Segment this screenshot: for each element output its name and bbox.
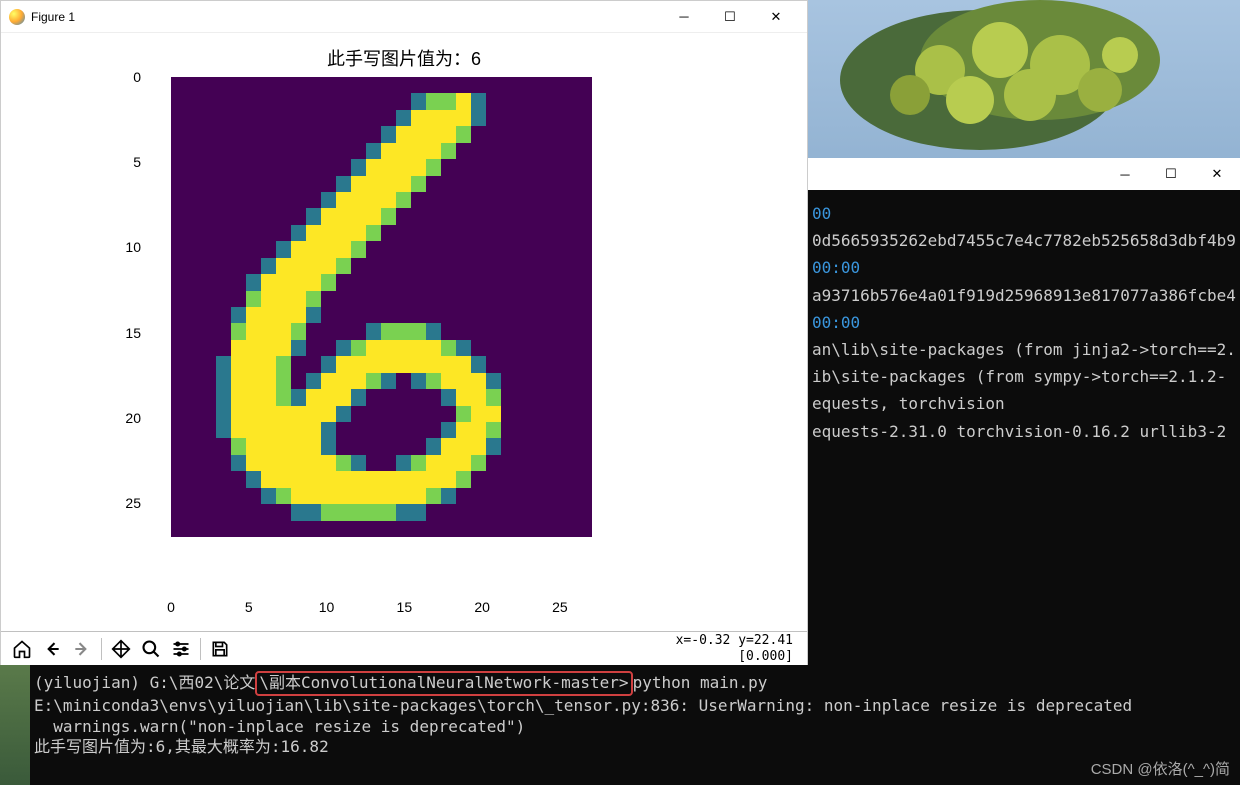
zoom-icon[interactable] <box>136 635 166 663</box>
cursor-coordinates: x=-0.32 y=22.41 [0.000] <box>676 633 801 664</box>
bgwin-close-button[interactable]: ✕ <box>1194 160 1240 188</box>
bgwin-minimize-button[interactable]: ─ <box>1102 160 1148 188</box>
toolbar-separator <box>200 638 201 660</box>
close-button[interactable]: ✕ <box>753 2 799 32</box>
pan-icon[interactable] <box>106 635 136 663</box>
back-icon[interactable] <box>37 635 67 663</box>
figure-window-title: Figure 1 <box>31 10 661 24</box>
minimize-button[interactable]: ─ <box>661 2 707 32</box>
background-window-titlebar: ─ ☐ ✕ <box>808 158 1240 190</box>
matplotlib-figure-window: Figure 1 ─ ☐ ✕ 此手写图片值为：6 0510152025 0510… <box>0 0 808 665</box>
heatmap-image <box>171 77 591 537</box>
wallpaper-tree <box>820 0 1200 160</box>
plot-title: 此手写图片值为：6 <box>1 45 807 71</box>
axes: 0510152025 0510152025 <box>171 77 631 577</box>
plot-canvas[interactable]: 此手写图片值为：6 0510152025 0510152025 <box>1 33 807 631</box>
csdn-watermark: CSDN @依洛(^_^)简 <box>1091 758 1230 779</box>
figure-titlebar[interactable]: Figure 1 ─ ☐ ✕ <box>1 1 807 33</box>
matplotlib-icon <box>9 9 25 25</box>
configure-icon[interactable] <box>166 635 196 663</box>
forward-icon[interactable] <box>67 635 97 663</box>
toolbar-separator <box>101 638 102 660</box>
home-icon[interactable] <box>7 635 37 663</box>
maximize-button[interactable]: ☐ <box>707 2 753 32</box>
save-icon[interactable] <box>205 635 235 663</box>
background-terminal: 000d5665935262ebd7455c7e4c7782eb525658d3… <box>808 190 1240 665</box>
wallpaper-strip <box>0 665 30 785</box>
foreground-terminal[interactable]: (yiluojian) G:\西02\论文\副本ConvolutionalNeu… <box>30 665 1240 785</box>
matplotlib-toolbar: x=-0.32 y=22.41 [0.000] <box>1 631 807 665</box>
bgwin-maximize-button[interactable]: ☐ <box>1148 160 1194 188</box>
